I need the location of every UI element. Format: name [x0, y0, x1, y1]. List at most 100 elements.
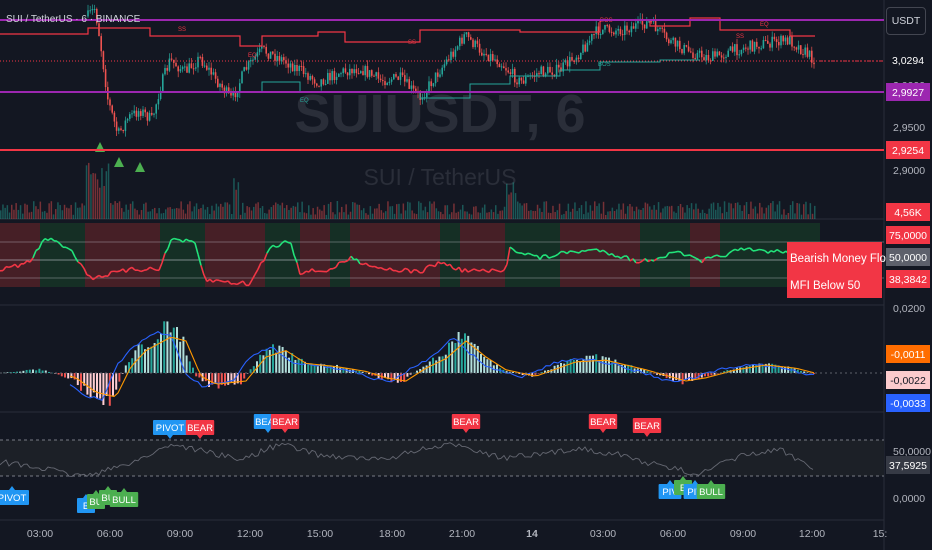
volume-bar [576, 210, 578, 219]
volume-bar [215, 203, 218, 219]
candle-body [186, 66, 188, 73]
volume-badge: 4,56K [886, 203, 930, 221]
volume-bar [682, 207, 684, 219]
macd-histogram-bar [99, 373, 102, 399]
time-tick: 03:00 [27, 528, 53, 540]
volume-bar [534, 210, 537, 219]
macd-histogram-bar [467, 335, 470, 373]
candle-body [131, 113, 133, 115]
volume-bar [200, 208, 202, 219]
candle-body [406, 79, 408, 82]
signal-tag-text: BEAR [453, 417, 479, 428]
svg-text:3,0294: 3,0294 [892, 55, 924, 67]
candle-body [635, 23, 637, 29]
volume-bar [358, 204, 361, 219]
volume-bar [63, 204, 66, 219]
candle-body [120, 128, 122, 131]
volume-bar [50, 201, 53, 219]
volume-bar [99, 187, 101, 219]
volume-bar [708, 208, 710, 219]
mfi-line-segment [413, 268, 418, 272]
mfi-line-segment [398, 270, 403, 273]
mfi-zone [205, 223, 265, 287]
macd-histogram-bar [249, 369, 252, 373]
symbol-title[interactable]: SUI / TetherUS · 6 · BINANCE [6, 14, 141, 25]
candle-body [142, 109, 144, 116]
volume-bar [717, 202, 719, 219]
volume-bar [519, 203, 521, 219]
volume-bar [147, 211, 149, 219]
chart-canvas[interactable]: SUIUSDT, 6 SUI / TetherUS SSEQSSBOSEQSSE… [0, 0, 932, 550]
volume-bar [165, 209, 167, 219]
structure-marker: SS [736, 34, 744, 40]
candle-body [175, 62, 177, 67]
candle-body [461, 37, 463, 44]
macd-histogram-bar [566, 361, 569, 373]
volume-bar [506, 183, 508, 219]
candle-body [797, 45, 800, 50]
volume-bar [532, 210, 534, 219]
candle-body [544, 73, 547, 76]
macd-histogram-bar [425, 365, 428, 373]
volume-bar [517, 201, 519, 219]
volume-bar [233, 178, 235, 219]
volume-bar [162, 212, 165, 219]
volume-bar [418, 201, 420, 219]
volume-bar [72, 214, 75, 219]
volume-bar [266, 213, 268, 219]
volume-bar [739, 205, 741, 219]
volume-bar [187, 204, 189, 219]
macd-histogram-bar [163, 321, 166, 373]
candle-body [452, 51, 454, 57]
mfi-zone [330, 223, 350, 287]
volume-bar [277, 203, 279, 219]
volume-bar [334, 214, 336, 219]
macd-histogram-bar [272, 344, 274, 373]
svg-text:38,3842: 38,3842 [889, 274, 927, 286]
candle-body [654, 19, 657, 32]
candle-body [313, 79, 316, 84]
volume-bar [424, 206, 427, 219]
volume-bar [671, 205, 673, 219]
volume-bar [811, 213, 814, 219]
volume-bar [178, 208, 180, 219]
candle-body [558, 64, 560, 68]
volume-bar [591, 210, 594, 219]
candle-body [166, 68, 168, 71]
candle-body [740, 49, 743, 55]
signal-tag-text: BEAR [272, 417, 298, 428]
candle-body [791, 36, 793, 47]
macd-histogram-bar [118, 373, 121, 382]
volume-bar [167, 207, 169, 219]
candle-body [133, 110, 135, 114]
candle-body [731, 46, 734, 52]
volume-bar [0, 210, 2, 219]
candle-body [331, 71, 333, 81]
volume-bar [281, 202, 284, 219]
mfi-tick: 0,0200 [893, 303, 925, 315]
candle-body [443, 64, 446, 68]
mfi-line-segment [515, 251, 520, 254]
candle-body [351, 68, 353, 74]
last-price-badge: 3,0294 [886, 51, 930, 69]
volume-bar [59, 205, 61, 219]
volume-bar [446, 205, 449, 219]
volume-bar [259, 208, 262, 219]
candle-body [628, 30, 630, 33]
volume-bar [385, 211, 387, 219]
volume-bar [239, 214, 242, 219]
mfi-line-segment [677, 250, 682, 253]
macd-histogram-bar [217, 373, 220, 389]
currency-button[interactable]: USDT [886, 7, 926, 35]
candle-body [291, 63, 294, 72]
volume-bar [411, 210, 413, 219]
mfi-line-segment [674, 250, 679, 253]
candle-body [775, 39, 778, 42]
candle-body [725, 56, 727, 58]
volume-bar [382, 212, 385, 219]
candle-body [184, 66, 186, 68]
mfi-zone [350, 223, 440, 287]
volume-bar [589, 205, 592, 219]
macd-histogram-bar [204, 373, 207, 382]
candle-body [580, 52, 582, 60]
